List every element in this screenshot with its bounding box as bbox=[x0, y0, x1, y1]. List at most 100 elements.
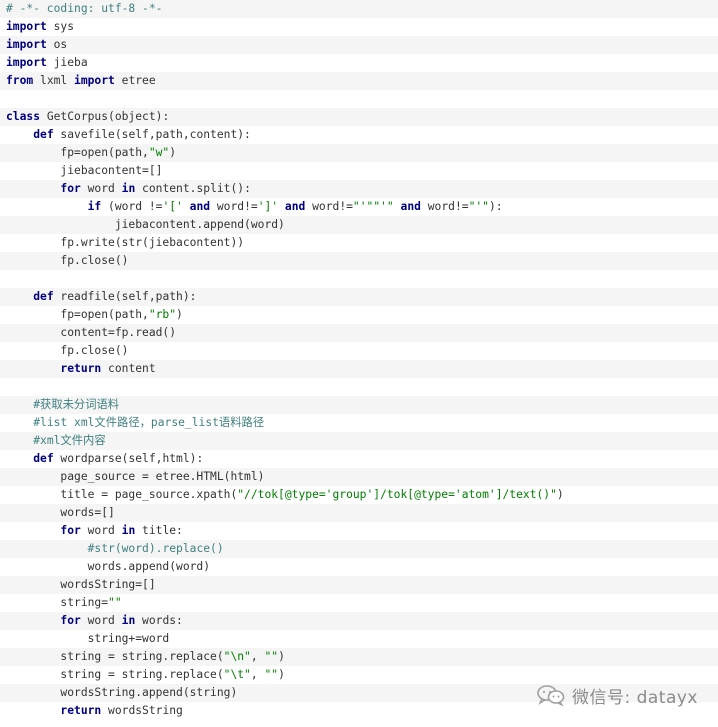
code-token-string: "//tok[@type='group']/tok[@type='atom']/… bbox=[237, 488, 557, 501]
code-token-text: jieba bbox=[46, 56, 88, 69]
code-token-keyword: def bbox=[33, 452, 54, 465]
code-token-text: word bbox=[80, 524, 122, 537]
code-token-text: wordsString bbox=[101, 704, 183, 717]
code-token-text: content bbox=[101, 362, 156, 375]
code-line: import jieba bbox=[0, 54, 718, 72]
code-token-text: lxml bbox=[33, 74, 75, 87]
code-line bbox=[0, 90, 718, 108]
watermark-text: 微信号: datayx bbox=[571, 687, 698, 708]
code-line: fp.close() bbox=[0, 252, 718, 270]
code-token-text: readfile(self,path): bbox=[53, 290, 197, 303]
code-line: return content bbox=[0, 360, 718, 378]
code-token-keyword: import bbox=[6, 38, 47, 51]
code-token-text: ) bbox=[278, 650, 285, 663]
code-token-text: content.split(): bbox=[135, 182, 251, 195]
code-line: #xml文件内容 bbox=[0, 432, 718, 450]
code-token-text: wordparse(self,html): bbox=[53, 452, 204, 465]
code-token-text: savefile(self,path,content): bbox=[53, 128, 251, 141]
code-token-text: content=fp.read() bbox=[6, 326, 177, 339]
code-line: string="" bbox=[0, 594, 718, 612]
code-token-keyword: and bbox=[400, 200, 421, 213]
code-token-text: fp.write(str(jiebacontent)) bbox=[6, 236, 245, 249]
code-line: jiebacontent.append(word) bbox=[0, 216, 718, 234]
code-token-keyword: in bbox=[121, 182, 136, 195]
code-line: content=fp.read() bbox=[0, 324, 718, 342]
code-token-keyword: for bbox=[60, 182, 81, 195]
code-token-text: fp=open(path, bbox=[6, 308, 149, 321]
code-token-string: "rb" bbox=[148, 308, 177, 321]
code-line: import os bbox=[0, 36, 718, 54]
code-token-string: "" bbox=[264, 668, 279, 681]
code-line: # -*- coding: utf-8 -*- bbox=[0, 0, 718, 18]
code-line: fp=open(path,"rb") bbox=[0, 306, 718, 324]
code-token-string: "\n" bbox=[223, 650, 251, 663]
code-token-text: ) bbox=[176, 308, 183, 321]
code-token-text: ) bbox=[278, 668, 285, 681]
code-token-string: '[' bbox=[162, 200, 183, 213]
code-token-comment: #str(word).replace() bbox=[87, 542, 224, 555]
code-token-string: "" bbox=[108, 596, 122, 609]
code-token-text: page_source = etree.HTML(html) bbox=[6, 470, 265, 483]
code-token-text: (word != bbox=[101, 200, 163, 213]
code-line bbox=[0, 270, 718, 288]
code-line: import sys bbox=[0, 18, 718, 36]
code-line: fp=open(path,"w") bbox=[0, 144, 718, 162]
code-token-string: "\t" bbox=[223, 668, 251, 681]
code-line: words.append(word) bbox=[0, 558, 718, 576]
code-line: #str(word).replace() bbox=[0, 540, 718, 558]
code-token-keyword: in bbox=[121, 614, 136, 627]
code-line: fp.write(str(jiebacontent)) bbox=[0, 234, 718, 252]
code-token-text: jiebacontent.append(word) bbox=[6, 218, 285, 231]
code-token-comment: #xml文件内容 bbox=[33, 434, 106, 447]
code-token-string: "'" bbox=[468, 200, 489, 213]
code-line: fp.close() bbox=[0, 342, 718, 360]
code-token-text: title: bbox=[135, 524, 183, 537]
code-token-text: jiebacontent=[] bbox=[6, 164, 163, 177]
code-token-text: string = string.replace( bbox=[6, 668, 224, 681]
code-token-string: "w" bbox=[148, 146, 170, 159]
code-line: #获取未分词语料 bbox=[0, 396, 718, 414]
code-token-text: word!= bbox=[210, 200, 258, 213]
code-token-keyword: for bbox=[60, 614, 81, 627]
code-token-text: words: bbox=[135, 614, 183, 627]
code-line: for word in title: bbox=[0, 522, 718, 540]
code-line: from lxml import etree bbox=[0, 72, 718, 90]
code-token-keyword: import bbox=[6, 56, 47, 69]
code-token-comment: #list xml文件路径，parse_list语料路径 bbox=[33, 416, 265, 429]
code-line bbox=[0, 378, 718, 396]
code-line: def readfile(self,path): bbox=[0, 288, 718, 306]
code-token-text: GetCorpus(object): bbox=[40, 110, 170, 123]
code-token-text: word!= bbox=[305, 200, 353, 213]
code-token-text: string = string.replace( bbox=[6, 650, 224, 663]
code-token-keyword: in bbox=[121, 524, 136, 537]
code-token-text: word bbox=[80, 182, 122, 195]
code-token-keyword: import bbox=[6, 20, 47, 33]
code-token-keyword: def bbox=[33, 290, 54, 303]
wechat-icon bbox=[537, 685, 565, 706]
code-token-keyword: if bbox=[87, 200, 102, 213]
code-token-text: fp=open(path, bbox=[6, 146, 149, 159]
code-token-text: ): bbox=[488, 200, 503, 213]
code-token-text: word bbox=[80, 614, 122, 627]
code-line: title = page_source.xpath("//tok[@type='… bbox=[0, 486, 718, 504]
code-token-keyword: class bbox=[6, 110, 41, 123]
code-token-text: string= bbox=[6, 596, 109, 609]
code-token-text: os bbox=[46, 38, 68, 51]
code-token-keyword: return bbox=[60, 704, 102, 717]
code-token-text: ) bbox=[169, 146, 177, 159]
code-token-string: ']' bbox=[257, 200, 279, 213]
code-line: def wordparse(self,html): bbox=[0, 450, 718, 468]
code-token-keyword: from bbox=[6, 74, 34, 87]
